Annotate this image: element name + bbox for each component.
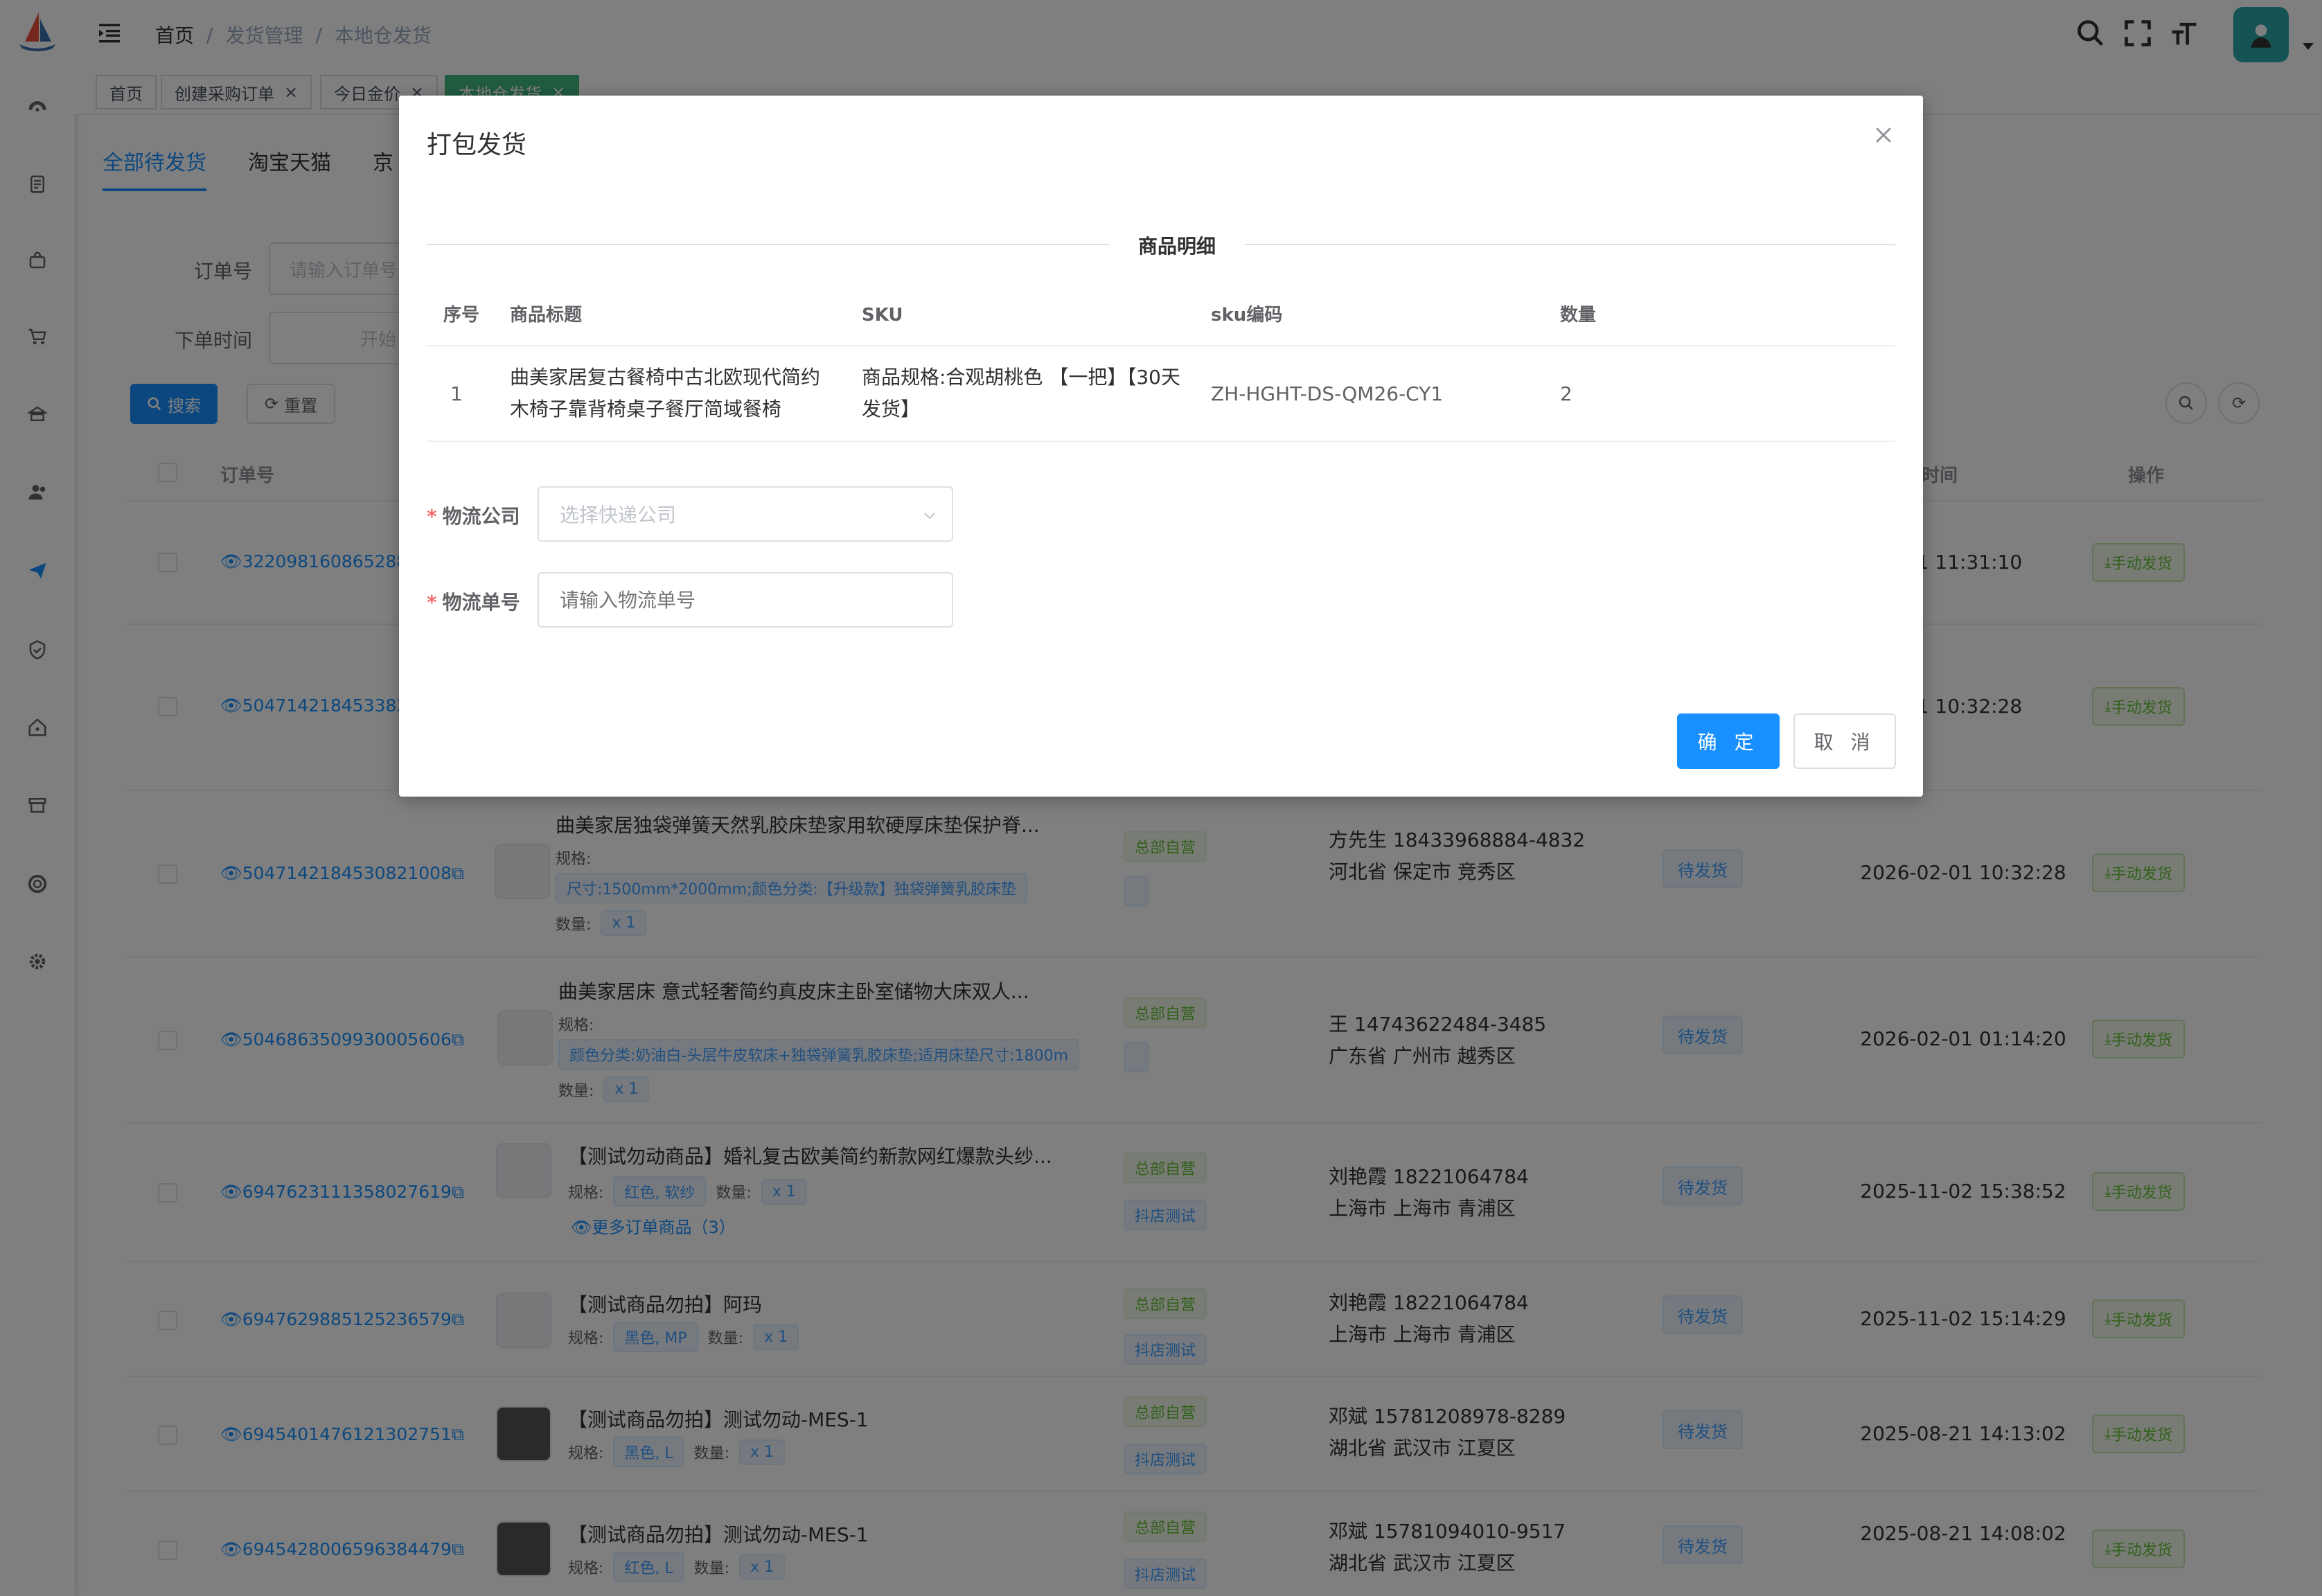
tracking-number-label: * 物流单号 xyxy=(427,587,520,615)
tracking-number-text: 物流单号 xyxy=(442,591,520,614)
goods-table-header: 序号 商品标题 SKU sku编码 数量 xyxy=(427,284,1895,346)
col-index: 序号 xyxy=(443,305,480,326)
section-title: 商品明细 xyxy=(1109,231,1246,259)
confirm-button[interactable]: 确 定 xyxy=(1677,713,1780,769)
col-sku: SKU xyxy=(862,305,903,326)
logistics-company-text: 物流公司 xyxy=(442,505,520,528)
tracking-number-input[interactable] xyxy=(538,572,953,628)
goods-sku: 商品规格:合观胡桃色 【一把】【30天发货】 xyxy=(862,366,1180,420)
pack-ship-dialog: 打包发货 商品明细 序号 商品标题 SKU sku编码 数量 1 曲美家居复古餐… xyxy=(399,96,1923,797)
goods-row: 1 曲美家居复古餐椅中古北欧现代简约木椅子靠背椅桌子餐厅简域餐椅 商品规格:合观… xyxy=(427,346,1895,442)
cancel-button[interactable]: 取 消 xyxy=(1793,713,1896,769)
logistics-company-placeholder: 选择快递公司 xyxy=(560,504,677,526)
col-sku-code: sku编码 xyxy=(1211,305,1283,326)
logistics-company-select[interactable]: 选择快递公司 xyxy=(538,486,953,542)
goods-index: 1 xyxy=(450,382,463,405)
chevron-down-icon xyxy=(924,513,935,520)
col-product-title: 商品标题 xyxy=(510,305,583,326)
dialog-title: 打包发货 xyxy=(427,131,527,159)
required-mark: * xyxy=(427,505,437,528)
col-quantity: 数量 xyxy=(1560,305,1597,326)
close-icon[interactable] xyxy=(1872,123,1895,147)
goods-title: 曲美家居复古餐椅中古北欧现代简约木椅子靠背椅桌子餐厅简域餐椅 xyxy=(510,366,821,420)
required-mark: * xyxy=(427,591,437,614)
logistics-company-label: * 物流公司 xyxy=(427,502,520,529)
goods-sku-code: ZH-HGHT-DS-QM26-CY1 xyxy=(1211,382,1444,405)
goods-quantity: 2 xyxy=(1560,382,1572,405)
